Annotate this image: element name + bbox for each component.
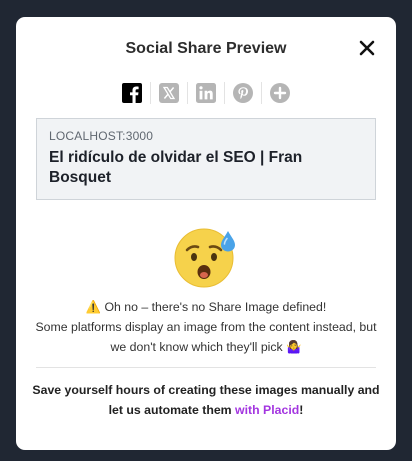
- placid-link[interactable]: with Placid: [235, 403, 299, 417]
- linkedin-icon: [196, 83, 216, 103]
- share-network-tabs: [16, 82, 396, 104]
- placid-cta: Save yourself hours of creating these im…: [32, 380, 380, 420]
- share-preview-modal: Social Share Preview LOCALHOST:3000 El r…: [16, 17, 396, 450]
- tab-facebook[interactable]: [114, 82, 150, 104]
- tab-linkedin[interactable]: [187, 82, 224, 104]
- tab-pinterest[interactable]: [224, 82, 261, 104]
- x-twitter-icon: [159, 83, 179, 103]
- anxious-face-icon: [174, 224, 240, 290]
- warning-line-3: we don't know which they'll pick 🤷‍♀️: [110, 340, 302, 354]
- cta-text: Save yourself hours of creating these im…: [32, 383, 380, 417]
- preview-domain: LOCALHOST:3000: [49, 129, 154, 143]
- tab-add-more[interactable]: [261, 82, 298, 104]
- facebook-icon: [122, 83, 142, 103]
- preview-headline: El ridículo de olvidar el SEO | Fran Bos…: [49, 149, 303, 186]
- link-preview-card[interactable]: LOCALHOST:3000 El ridículo de olvidar el…: [36, 118, 376, 200]
- cta-end: !: [299, 403, 304, 417]
- add-icon: [270, 83, 290, 103]
- tab-x-twitter[interactable]: [150, 82, 187, 104]
- warning-line-2: Some platforms display an image from the…: [35, 320, 377, 334]
- divider: [36, 367, 376, 368]
- pinterest-icon: [233, 83, 253, 103]
- close-icon[interactable]: [358, 39, 376, 57]
- modal-title: Social Share Preview: [125, 40, 287, 57]
- warning-line-1: ⚠️ Oh no – there's no Share Image define…: [85, 300, 327, 314]
- no-image-warning: ⚠️ Oh no – there's no Share Image define…: [16, 297, 396, 357]
